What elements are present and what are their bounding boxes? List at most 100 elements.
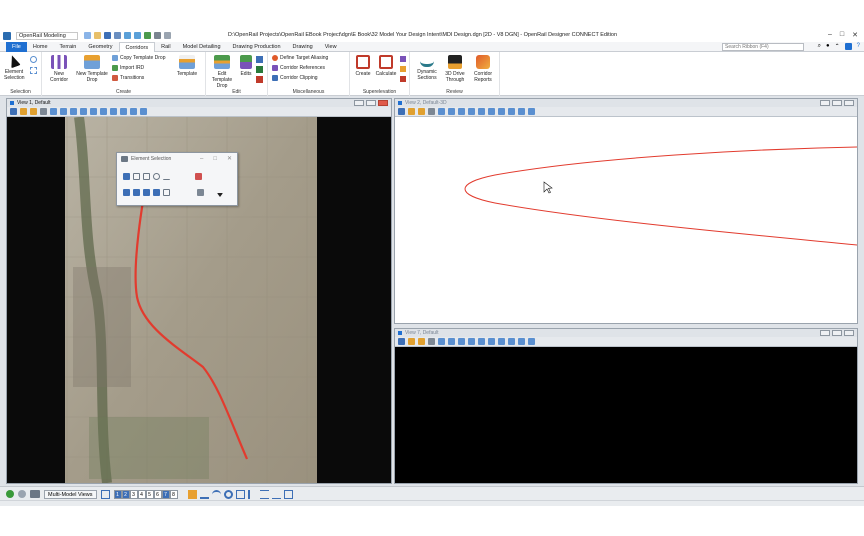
view-2-canvas[interactable]: [395, 117, 857, 323]
view-7-minimize-button[interactable]: [820, 330, 830, 336]
deselect-icon[interactable]: [195, 173, 202, 180]
tab-model-detailing[interactable]: Model Detailing: [177, 42, 227, 52]
view-number-4-button[interactable]: 4: [137, 489, 146, 499]
superelevation-small-icon-b[interactable]: [400, 66, 406, 72]
help-icon[interactable]: ?: [857, 43, 860, 50]
clear-selection-icon[interactable]: [163, 189, 170, 196]
view-number-7-button[interactable]: 7: [161, 489, 170, 499]
view-attributes-icon[interactable]: [398, 338, 405, 345]
rotate-view-icon[interactable]: [478, 108, 485, 115]
tab-drawing-production[interactable]: Drawing Production: [227, 42, 287, 52]
window-area-icon[interactable]: [458, 338, 465, 345]
block-select-icon[interactable]: [133, 173, 140, 180]
pan-view-icon[interactable]: [488, 108, 495, 115]
back-icon[interactable]: [6, 490, 14, 498]
view-previous-icon[interactable]: [498, 338, 505, 345]
new-corridor-button[interactable]: New Corridor: [46, 55, 72, 83]
render-icon[interactable]: [428, 338, 435, 345]
window-area-icon[interactable]: [458, 108, 465, 115]
new-template-drop-button[interactable]: New Template Drop: [76, 55, 108, 83]
edits-button[interactable]: Edits: [238, 55, 254, 77]
shape-select-icon[interactable]: [143, 173, 150, 180]
view-previous-icon[interactable]: [498, 108, 505, 115]
copy-view-icon[interactable]: [518, 108, 525, 115]
view-7-restore-button[interactable]: [832, 330, 842, 336]
zoom-in-icon[interactable]: [438, 338, 445, 345]
tab-file[interactable]: File: [6, 42, 27, 52]
display-style-icon[interactable]: [20, 108, 27, 115]
invert-selection-icon[interactable]: [153, 189, 160, 196]
window-area-icon[interactable]: [70, 108, 77, 115]
display-style-icon[interactable]: [408, 338, 415, 345]
tab-terrain[interactable]: Terrain: [54, 42, 83, 52]
edit-small-icon-b[interactable]: [256, 66, 263, 73]
tab-drawing[interactable]: Drawing: [287, 42, 319, 52]
lighting-icon[interactable]: [30, 108, 37, 115]
view-attributes-icon[interactable]: [398, 108, 405, 115]
close-button[interactable]: ✕: [852, 31, 858, 39]
view-number-1-button[interactable]: 1: [113, 489, 122, 499]
redo-icon[interactable]: [134, 32, 141, 39]
search-go-icon[interactable]: ⌕: [818, 43, 821, 50]
workspace-selector[interactable]: OpenRail Modeling: [16, 32, 78, 40]
view-number-2-button[interactable]: 2: [121, 489, 130, 499]
maximize-button[interactable]: □: [840, 31, 844, 39]
view-7-canvas[interactable]: [395, 347, 857, 483]
view-number-5-button[interactable]: 5: [145, 489, 154, 499]
pan-view-icon[interactable]: [100, 108, 107, 115]
superelevation-create-button[interactable]: Create: [352, 55, 374, 77]
dialog-maximize-button[interactable]: □: [213, 153, 217, 165]
superelevation-small-icon-c[interactable]: [400, 76, 406, 82]
models-icon[interactable]: [30, 490, 40, 498]
rotate-icon[interactable]: [247, 489, 257, 499]
fit-view-icon[interactable]: [468, 338, 475, 345]
selection-small-icon-b[interactable]: [30, 67, 37, 74]
view-next-icon[interactable]: [120, 108, 127, 115]
dynamic-sections-button[interactable]: Dynamic Sections: [414, 55, 440, 81]
rotate-view-icon[interactable]: [90, 108, 97, 115]
minimize-button[interactable]: –: [828, 31, 832, 39]
render-icon[interactable]: [40, 108, 47, 115]
view-number-6-button[interactable]: 6: [153, 489, 162, 499]
lighting-icon[interactable]: [418, 108, 425, 115]
selection-options-icon[interactable]: [197, 189, 204, 196]
measure-icon[interactable]: [271, 490, 281, 499]
view-1-close-button[interactable]: [378, 100, 388, 106]
pan-view-icon[interactable]: [488, 338, 495, 345]
zoom-out-icon[interactable]: [60, 108, 67, 115]
tab-geometry[interactable]: Geometry: [82, 42, 118, 52]
properties-icon[interactable]: [164, 32, 171, 39]
corridor-reports-button[interactable]: Corridor Reports: [470, 55, 496, 83]
drive-through-button[interactable]: 3D Drive Through: [442, 55, 468, 83]
copy-view-icon[interactable]: [130, 108, 137, 115]
selection-small-icon-a[interactable]: [30, 56, 37, 63]
snap-settings-icon[interactable]: [235, 489, 245, 499]
pin-icon[interactable]: [144, 32, 151, 39]
lighting-icon[interactable]: [418, 338, 425, 345]
subtract-selection-icon[interactable]: [143, 189, 150, 196]
tab-view[interactable]: View: [319, 42, 343, 52]
print-icon[interactable]: [154, 32, 161, 39]
user-icon[interactable]: ●: [826, 43, 830, 50]
rail-alignment-3d[interactable]: [464, 146, 857, 246]
save-icon[interactable]: [104, 32, 111, 39]
template-button[interactable]: Template: [172, 55, 202, 77]
dialog-minimize-button[interactable]: –: [200, 153, 203, 165]
individual-select-icon[interactable]: [123, 173, 130, 180]
superelevation-small-icon-a[interactable]: [400, 56, 406, 62]
ribbon-search-input[interactable]: Search Ribbon (F4): [722, 43, 804, 51]
display-style-icon[interactable]: [408, 108, 415, 115]
view-next-icon[interactable]: [508, 338, 515, 345]
view-1-restore-button[interactable]: [366, 100, 376, 106]
rotate-view-icon[interactable]: [478, 338, 485, 345]
undo-icon[interactable]: [124, 32, 131, 39]
zoom-out-icon[interactable]: [448, 338, 455, 345]
zoom-out-icon[interactable]: [448, 108, 455, 115]
superelevation-calculate-button[interactable]: Calculate: [374, 55, 398, 77]
edit-template-drop-button[interactable]: Edit Template Drop: [208, 55, 236, 89]
copy-template-drop-button[interactable]: Copy Template Drop: [112, 55, 166, 61]
add-selection-icon[interactable]: [133, 189, 140, 196]
tab-rail[interactable]: Rail: [155, 42, 176, 52]
circle-select-icon[interactable]: [153, 173, 160, 180]
clip-volume-icon[interactable]: [140, 108, 147, 115]
